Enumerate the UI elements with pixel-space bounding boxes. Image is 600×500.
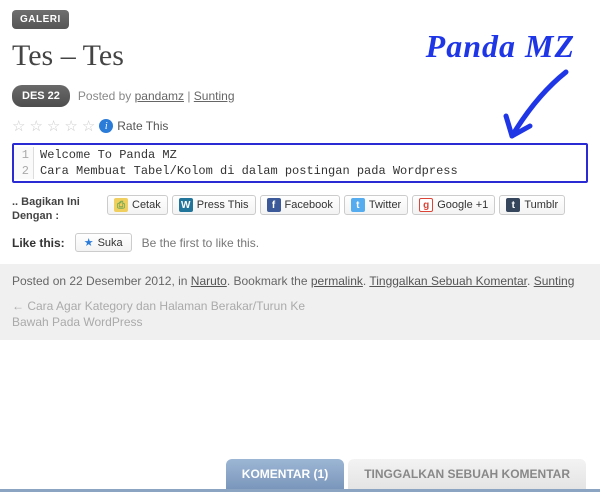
- twitter-icon: t: [351, 198, 365, 212]
- footer-posted-on: Posted on 22 Desember 2012, in: [12, 274, 191, 288]
- comment-tabs: KOMENTAR (1) TINGGALKAN SEBUAH KOMENTAR: [0, 459, 600, 492]
- prev-post-link[interactable]: ← Cara Agar Kategory dan Halaman Berakar…: [12, 298, 312, 330]
- post-title: Tes – Tes: [12, 39, 588, 73]
- date-badge: DES 22: [12, 85, 70, 107]
- rate-label: Rate This: [117, 119, 168, 133]
- meta-separator: |: [184, 89, 194, 103]
- code-text: Cara Membuat Tabel/Kolom di dalam postin…: [34, 163, 464, 179]
- star-icon[interactable]: ☆: [29, 117, 42, 135]
- edit-link[interactable]: Sunting: [194, 89, 235, 103]
- footer-text: .: [527, 274, 534, 288]
- share-tumblr-label: Tumblr: [524, 199, 558, 211]
- share-print-button[interactable]: ⎙ Cetak: [107, 195, 168, 215]
- footer-edit-link[interactable]: Sunting: [534, 274, 575, 288]
- share-pressthis-label: Press This: [197, 199, 249, 211]
- tab-comments[interactable]: KOMENTAR (1): [226, 459, 344, 489]
- share-facebook-label: Facebook: [285, 199, 333, 211]
- print-icon: ⎙: [114, 198, 128, 212]
- byline: Posted by pandamz | Sunting: [78, 89, 235, 103]
- category-badge[interactable]: GALERI: [12, 10, 69, 29]
- line-number: 2: [14, 163, 34, 179]
- star-icon[interactable]: ☆: [82, 117, 95, 135]
- posted-by-label: Posted by: [78, 89, 135, 103]
- share-google-button[interactable]: g Google +1: [412, 195, 495, 215]
- post-footer: Posted on 22 Desember 2012, in Naruto. B…: [0, 264, 600, 340]
- like-button[interactable]: ★ Suka: [75, 233, 132, 252]
- share-pressthis-button[interactable]: W Press This: [172, 195, 256, 215]
- like-text: Be the first to like this.: [142, 236, 259, 250]
- footer-leave-comment-link[interactable]: Tinggalkan Sebuah Komentar: [369, 274, 527, 288]
- author-link[interactable]: pandamz: [135, 89, 184, 103]
- code-line: 2 Cara Membuat Tabel/Kolom di dalam post…: [14, 163, 586, 181]
- star-icon[interactable]: ☆: [12, 117, 25, 135]
- like-label: Like this:: [12, 236, 65, 250]
- code-line: 1 Welcome To Panda MZ: [14, 145, 586, 163]
- star-icon[interactable]: ☆: [47, 117, 60, 135]
- post-meta: DES 22 Posted by pandamz | Sunting: [12, 85, 588, 107]
- footer-permalink[interactable]: permalink: [311, 274, 363, 288]
- share-tumblr-button[interactable]: t Tumblr: [499, 195, 565, 215]
- star-icon[interactable]: ☆: [64, 117, 77, 135]
- star-icon: ★: [84, 236, 94, 249]
- info-icon: i: [99, 119, 113, 133]
- share-twitter-button[interactable]: t Twitter: [344, 195, 408, 215]
- tumblr-icon: t: [506, 198, 520, 212]
- share-google-label: Google +1: [437, 199, 488, 211]
- share-print-label: Cetak: [132, 199, 161, 211]
- footer-category-link[interactable]: Naruto: [191, 274, 227, 288]
- share-twitter-label: Twitter: [369, 199, 401, 211]
- rating-widget: ☆ ☆ ☆ ☆ ☆ i Rate This: [12, 117, 588, 135]
- line-number: 1: [14, 147, 34, 163]
- like-button-label: Suka: [98, 237, 123, 249]
- code-text: Welcome To Panda MZ: [34, 147, 183, 163]
- footer-text: . Bookmark the: [227, 274, 311, 288]
- facebook-icon: f: [267, 198, 281, 212]
- wordpress-icon: W: [179, 198, 193, 212]
- share-facebook-button[interactable]: f Facebook: [260, 195, 340, 215]
- share-label: .. Bagikan Ini Dengan :: [12, 195, 97, 223]
- tab-leave-comment[interactable]: TINGGALKAN SEBUAH KOMENTAR: [348, 459, 586, 489]
- google-plus-icon: g: [419, 198, 433, 212]
- code-block: 1 Welcome To Panda MZ 2 Cara Membuat Tab…: [12, 143, 588, 183]
